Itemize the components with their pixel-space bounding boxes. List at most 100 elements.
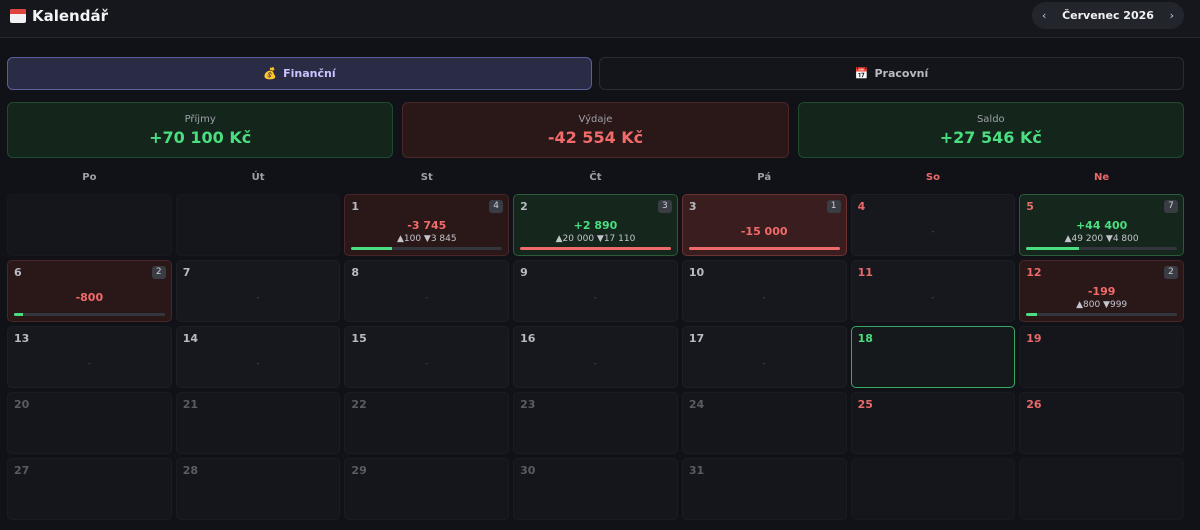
day-number: 1: [351, 200, 360, 213]
calendar-icon: [10, 9, 26, 23]
transaction-count-badge: 2: [1163, 266, 1178, 279]
calendar-day-cell[interactable]: 14 -: [175, 326, 341, 388]
day-number: 22: [351, 398, 367, 411]
calendar-day-cell[interactable]: 9-: [513, 260, 678, 322]
calendar-day-cell[interactable]: 18: [850, 326, 1016, 388]
calendar-day-cell[interactable]: 7-: [175, 260, 341, 322]
calendar-day-cell[interactable]: 6 2 -800: [7, 260, 172, 322]
weekday-label: Čt: [589, 172, 602, 183]
chevron-left-icon[interactable]: ‹: [1042, 9, 1046, 22]
calendar-day-cell[interactable]: 8-: [344, 260, 510, 322]
calendar-cell-empty: [175, 194, 341, 256]
no-data-dash: -: [425, 359, 429, 369]
day-number: 4: [857, 200, 866, 213]
day-number: 27: [14, 464, 30, 477]
day-number: 23: [520, 398, 536, 411]
day-number: 15: [351, 332, 367, 345]
day-income-expense: ▲49 200 ▼4 800: [1064, 234, 1139, 244]
calendar-day-cell[interactable]: 11 -: [850, 260, 1016, 322]
summary-balance: Saldo +27 546 Kč: [797, 102, 1184, 158]
day-number: 17: [688, 332, 705, 345]
tab-financial[interactable]: 💰 Finanční: [7, 57, 592, 90]
day-number: 10: [688, 266, 705, 279]
day-number: 19: [1026, 332, 1042, 345]
no-data-dash: -: [762, 359, 766, 369]
transaction-count-badge: 1: [826, 200, 841, 213]
day-progress-bar: [520, 247, 671, 250]
calendar-day-cell[interactable]: 12 2 -199 ▲800 ▼999: [1019, 260, 1184, 322]
day-number: 24: [688, 398, 705, 411]
day-number: 26: [1026, 398, 1042, 411]
no-data-dash: -: [593, 359, 598, 369]
calendar-day-cell[interactable]: 3 1 -15 000: [681, 194, 847, 256]
calendar-day-cell[interactable]: 2 3 +2 890 ▲20 000 ▼17 110: [513, 194, 678, 256]
summary-expense-value: -42 554 Kč: [547, 127, 644, 147]
transaction-count-badge: 2: [151, 266, 166, 279]
day-number: 21: [182, 398, 199, 411]
calendar-day-cell[interactable]: 22: [344, 392, 510, 454]
day-progress-fill: [14, 313, 24, 316]
calendar-day-cell[interactable]: 31: [681, 458, 847, 520]
chevron-right-icon[interactable]: ›: [1170, 9, 1174, 22]
transaction-count-badge: 4: [489, 200, 504, 213]
calendar-day-cell[interactable]: 29: [344, 458, 510, 520]
calendar-day-cell[interactable]: 30: [513, 458, 678, 520]
day-number: 16: [520, 332, 536, 345]
calendar-day-cell[interactable]: 17 -: [681, 326, 847, 388]
app-title: Kalendář: [32, 7, 108, 25]
calendar-day-cell[interactable]: 4-: [850, 194, 1016, 256]
day-number: 5: [1026, 200, 1034, 213]
no-data-dash: -: [425, 293, 429, 303]
transaction-count-badge: 7: [1163, 200, 1178, 213]
summary-income-label: Příjmy: [184, 113, 216, 125]
calendar-day-cell[interactable]: 23: [513, 392, 678, 454]
day-income-expense: ▲100 ▼3 845: [396, 234, 457, 244]
no-data-dash: -: [87, 359, 91, 369]
day-progress-fill: [1026, 313, 1037, 316]
month-navigator: ‹ Červenec 2026 ›: [1032, 2, 1184, 29]
day-number: 12: [1026, 266, 1042, 279]
day-progress-bar: [688, 247, 840, 250]
calendar-day-cell[interactable]: 25: [850, 392, 1016, 454]
tab-work[interactable]: 📅 Pracovní: [599, 57, 1184, 90]
calendar-day-cell[interactable]: 15 -: [344, 326, 510, 388]
no-data-dash: -: [256, 293, 260, 303]
tab-financial-label: Finanční: [283, 67, 336, 80]
no-data-dash: -: [931, 293, 935, 303]
calendar-day-cell[interactable]: 28: [175, 458, 341, 520]
brand: Kalendář: [10, 7, 108, 25]
day-progress-fill: [1026, 247, 1080, 250]
day-progress-bar: [1026, 247, 1177, 250]
calendar-cell-empty: [7, 194, 172, 256]
day-number: 29: [351, 464, 367, 477]
day-balance: +2 890: [573, 219, 618, 232]
day-number: 31: [688, 464, 705, 477]
day-number: 3: [688, 200, 697, 213]
calendar-day-cell[interactable]: 10 -: [681, 260, 847, 322]
day-balance: -800: [75, 291, 104, 304]
day-number: 25: [857, 398, 873, 411]
day-number: 30: [520, 464, 536, 477]
calendar-day-cell[interactable]: 1 4 -3 745 ▲100 ▼3 845: [344, 194, 510, 256]
day-number: 14: [182, 332, 199, 345]
calendar-day-cell[interactable]: 5 7 +44 400 ▲49 200 ▼4 800: [1019, 194, 1184, 256]
calendar-day-cell[interactable]: 16 -: [513, 326, 678, 388]
weekday-label: Pá: [757, 172, 772, 183]
calendar-day-cell[interactable]: 26: [1019, 392, 1184, 454]
calendar-day-cell[interactable]: 19: [1019, 326, 1184, 388]
summary-balance-label: Saldo: [976, 113, 1005, 125]
day-number: 13: [14, 332, 30, 345]
calendar-day-cell[interactable]: 13 -: [7, 326, 172, 388]
no-data-dash: -: [931, 227, 935, 237]
summary-income-value: +70 100 Kč: [149, 127, 252, 147]
weekday-header: Po Út St Čt Pá So Ne: [7, 172, 1184, 183]
summary-balance-value: +27 546 Kč: [939, 127, 1042, 147]
calendar-day-cell[interactable]: 27: [7, 458, 172, 520]
day-number: 9: [520, 266, 528, 279]
calendar-day-cell[interactable]: 24: [681, 392, 847, 454]
summary-expense-label: Výdaje: [578, 113, 613, 125]
calendar-day-cell[interactable]: 21: [175, 392, 341, 454]
summary-expense: Výdaje -42 554 Kč: [402, 102, 789, 158]
calendar-grid: 1 4 -3 745 ▲100 ▼3 845 2 3 +2 890 ▲20 000 ▼17 1…: [7, 194, 1184, 522]
calendar-day-cell[interactable]: 20: [7, 392, 172, 454]
